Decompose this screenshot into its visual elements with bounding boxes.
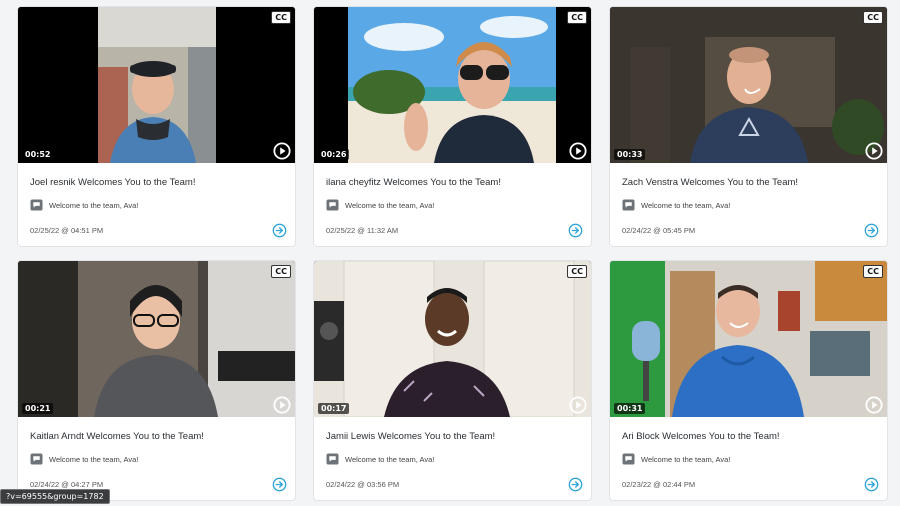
video-title[interactable]: Kaitlan Arndt Welcomes You to the Team! [30,430,283,444]
video-message: Welcome to the team, Ava! [345,454,435,464]
video-date: 02/23/22 @ 02:44 PM [622,479,696,489]
closed-captions-badge[interactable]: CC [567,265,587,278]
video-title[interactable]: Jamii Lewis Welcomes You to the Team! [326,430,579,444]
play-circle-icon[interactable] [569,142,587,160]
play-circle-icon[interactable] [273,396,291,414]
video-message: Welcome to the team, Ava! [49,454,139,464]
closed-captions-badge[interactable]: CC [271,265,291,278]
video-date: 02/24/22 @ 03:56 PM [326,479,400,489]
video-date: 02/24/22 @ 05:45 PM [622,225,696,235]
chat-bubble-icon [326,453,339,465]
closed-captions-badge[interactable]: CC [863,11,883,24]
video-duration: 00:52 [22,149,54,160]
video-frame [314,261,591,417]
arrow-circle-right-icon[interactable] [568,477,583,492]
arrow-circle-right-icon[interactable] [568,223,583,238]
video-duration: 00:31 [614,403,646,414]
video-title[interactable]: ilana cheyfitz Welcomes You to the Team! [326,176,579,190]
video-frame [18,7,295,163]
video-thumbnail[interactable]: CC 00:33 [610,7,887,163]
video-card[interactable]: CC 00:31 Ari Block Welcomes You to the T… [609,260,888,501]
video-card[interactable]: CC 00:21 Kaitlan Arndt Welcomes You to t… [17,260,296,501]
video-duration: 00:17 [318,403,350,414]
video-thumbnail[interactable]: CC 00:31 [610,261,887,417]
video-card[interactable]: CC 00:17 Jamii Lewis Welcomes You to the… [313,260,592,501]
video-duration: 00:26 [318,149,350,160]
video-frame [18,261,295,417]
video-frame [610,7,887,163]
video-message: Welcome to the team, Ava! [49,200,139,210]
closed-captions-badge[interactable]: CC [863,265,883,278]
video-title[interactable]: Ari Block Welcomes You to the Team! [622,430,875,444]
chat-bubble-icon [30,199,43,211]
arrow-circle-right-icon[interactable] [272,477,287,492]
video-date: 02/24/22 @ 04:27 PM [30,479,104,489]
video-title[interactable]: Zach Venstra Welcomes You to the Team! [622,176,875,190]
play-circle-icon[interactable] [865,396,883,414]
video-duration: 00:21 [22,403,54,414]
video-thumbnail[interactable]: CC 00:52 [18,7,295,163]
closed-captions-badge[interactable]: CC [567,11,587,24]
arrow-circle-right-icon[interactable] [272,223,287,238]
chat-bubble-icon [622,199,635,211]
play-circle-icon[interactable] [569,396,587,414]
arrow-circle-right-icon[interactable] [864,477,879,492]
link-url-status: ?v=69555&group=1782 [0,489,110,504]
video-message: Welcome to the team, Ava! [641,200,731,210]
chat-bubble-icon [30,453,43,465]
video-frame [314,7,591,163]
video-date: 02/25/22 @ 04:51 PM [30,225,104,235]
video-message: Welcome to the team, Ava! [641,454,731,464]
chat-bubble-icon [622,453,635,465]
video-grid: CC 00:52 Joel resnik Welcomes You to the… [17,6,888,501]
play-circle-icon[interactable] [865,142,883,160]
video-message: Welcome to the team, Ava! [345,200,435,210]
video-thumbnail[interactable]: CC 00:21 [18,261,295,417]
video-date: 02/25/22 @ 11:32 AM [326,225,399,235]
play-circle-icon[interactable] [273,142,291,160]
video-frame [610,261,887,417]
video-thumbnail[interactable]: CC 00:26 [314,7,591,163]
arrow-circle-right-icon[interactable] [864,223,879,238]
video-card[interactable]: CC 00:33 Zach Venstra Welcomes You to th… [609,6,888,247]
video-thumbnail[interactable]: CC 00:17 [314,261,591,417]
closed-captions-badge[interactable]: CC [271,11,291,24]
video-card[interactable]: CC 00:26 ilana cheyfitz Welcomes You to … [313,6,592,247]
chat-bubble-icon [326,199,339,211]
video-card[interactable]: CC 00:52 Joel resnik Welcomes You to the… [17,6,296,247]
video-title[interactable]: Joel resnik Welcomes You to the Team! [30,176,283,190]
video-duration: 00:33 [614,149,646,160]
